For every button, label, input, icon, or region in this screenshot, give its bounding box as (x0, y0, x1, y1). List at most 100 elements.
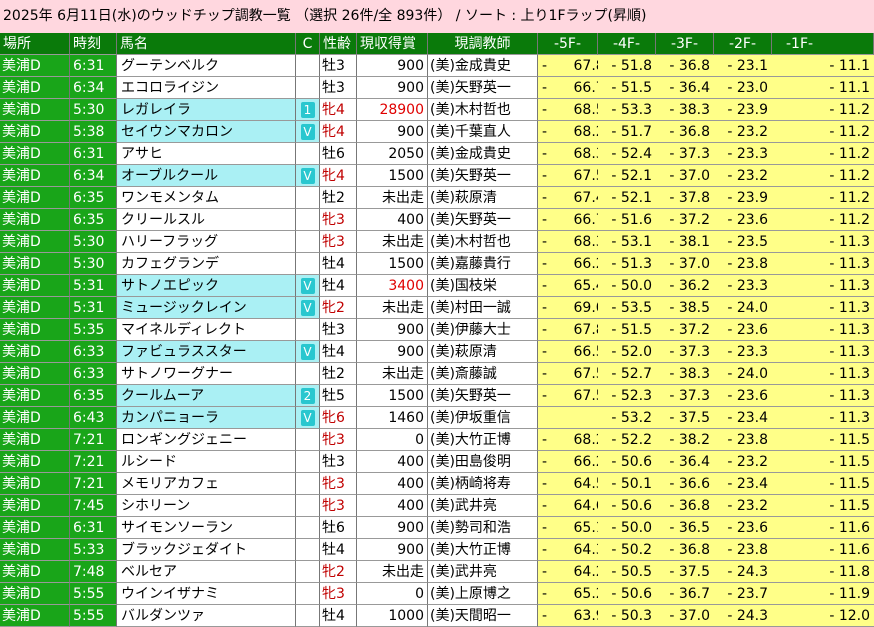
cell-place: 美浦D (0, 187, 70, 209)
cell-horse-name[interactable]: グーテンベルク (117, 55, 296, 77)
col-header-5f[interactable]: -5F- (538, 33, 598, 55)
cell-horse-name[interactable]: レガレイラ (117, 99, 296, 121)
lap-separator: - (829, 123, 839, 140)
col-header-trainer[interactable]: 現調教師 (428, 33, 538, 55)
lap-separator: - (727, 585, 737, 602)
cell-trainer[interactable]: (美)大竹正博 (428, 539, 538, 561)
cell-horse-name[interactable]: サトノワーグナー (117, 363, 296, 385)
table-row[interactable]: 美浦D6:31アサヒ牡62050(美)金成貴史- 68.3- 52.4- 37.… (0, 143, 874, 165)
cell-trainer[interactable]: (美)矢野英一 (428, 77, 538, 99)
lap-separator: - (829, 563, 839, 580)
cell-trainer[interactable]: (美)金成貴史 (428, 55, 538, 77)
lap-separator: - (669, 255, 679, 272)
cell-trainer[interactable]: (美)村田一誠 (428, 297, 538, 319)
table-row[interactable]: 美浦D6:31サイモンソーラン牡6900(美)勢司和浩- 65.1- 50.0-… (0, 517, 874, 539)
cell-horse-name[interactable]: セイウンマカロン (117, 121, 296, 143)
cell-trainer[interactable]: (美)勢司和浩 (428, 517, 538, 539)
cell-trainer[interactable]: (美)大竹正博 (428, 429, 538, 451)
col-header-prize[interactable]: 現収得賞 (357, 33, 428, 55)
table-row[interactable]: 美浦D7:48ベルセア牝2未出走(美)武井亮- 64.2- 50.5- 37.5… (0, 561, 874, 583)
cell-trainer[interactable]: (美)矢野英一 (428, 209, 538, 231)
cell-trainer[interactable]: (美)天間昭一 (428, 605, 538, 627)
table-row[interactable]: 美浦D6:33サトノワーグナー牡2未出走(美)斎藤誠- 67.5- 52.7- … (0, 363, 874, 385)
cell-trainer[interactable]: (美)金成貴史 (428, 143, 538, 165)
cell-horse-name[interactable]: シホリーン (117, 495, 296, 517)
cell-horse-name[interactable]: オーブルクール (117, 165, 296, 187)
cell-horse-name[interactable]: ミュージックレイン (117, 297, 296, 319)
cell-trainer[interactable]: (美)萩原清 (428, 341, 538, 363)
col-header-place[interactable]: 場所 (0, 33, 70, 55)
table-row[interactable]: 美浦D5:30カフェグランデ牡41500(美)嘉藤貴行- 66.2- 51.3-… (0, 253, 874, 275)
cell-horse-name[interactable]: サイモンソーラン (117, 517, 296, 539)
table-row[interactable]: 美浦D6:31グーテンベルク牡3900(美)金成貴史- 67.8- 51.8- … (0, 55, 874, 77)
col-header-mark[interactable]: C (296, 33, 320, 55)
table-row[interactable]: 美浦D6:34エコロライジン牡3900(美)矢野英一- 66.7- 51.5- … (0, 77, 874, 99)
cell-horse-name[interactable]: ウインイザナミ (117, 583, 296, 605)
col-header-3f[interactable]: -3F- (656, 33, 714, 55)
cell-horse-name[interactable]: サトノエピック (117, 275, 296, 297)
cell-trainer[interactable]: (美)伊坂重信 (428, 407, 538, 429)
cell-horse-name[interactable]: ファビュラススター (117, 341, 296, 363)
cell-trainer[interactable]: (美)木村哲也 (428, 231, 538, 253)
cell-horse-name[interactable]: ルシード (117, 451, 296, 473)
cell-trainer[interactable]: (美)斎藤誠 (428, 363, 538, 385)
cell-horse-name[interactable]: クリールスル (117, 209, 296, 231)
cell-trainer[interactable]: (美)武井亮 (428, 495, 538, 517)
cell-trainer[interactable]: (美)萩原清 (428, 187, 538, 209)
cell-horse-name[interactable]: カンパニョーラ (117, 407, 296, 429)
col-header-4f[interactable]: -4F- (598, 33, 656, 55)
cell-trainer[interactable]: (美)木村哲也 (428, 99, 538, 121)
cell-trainer[interactable]: (美)矢野英一 (428, 385, 538, 407)
table-row[interactable]: 美浦D 6:43 カンパニョーラ V 牝6 1460 (美)伊坂重信 - 53.2- 37.5… (0, 407, 874, 429)
cell-horse-name[interactable]: ハリーフラッグ (117, 231, 296, 253)
table-row[interactable]: 美浦D6:35クールムーア2牡51500(美)矢野英一- 67.5- 52.3-… (0, 385, 874, 407)
cell-trainer[interactable]: (美)武井亮 (428, 561, 538, 583)
cell-trainer[interactable]: (美)上原博之 (428, 583, 538, 605)
cell-trainer[interactable]: (美)矢野英一 (428, 165, 538, 187)
table-row[interactable]: 美浦D5:31ミュージックレインV牝2未出走(美)村田一誠- 69.0- 53.… (0, 297, 874, 319)
table-row[interactable]: 美浦D7:21ルシード牡3400(美)田島俊明- 66.2- 50.6- 36.… (0, 451, 874, 473)
table-row[interactable]: 美浦D6:33ファビュラススターV牡4900(美)萩原清- 66.5- 52.0… (0, 341, 874, 363)
cell-horse-name[interactable]: メモリアカフェ (117, 473, 296, 495)
table-row[interactable]: 美浦D6:35ワンモメンタム牡2未出走(美)萩原清- 67.4- 52.1- 3… (0, 187, 874, 209)
cell-trainer[interactable]: (美)伊藤大士 (428, 319, 538, 341)
table-row[interactable]: 美浦D5:35マイネルディレクト牡3900(美)伊藤大士- 67.8- 51.5… (0, 319, 874, 341)
col-header-horse[interactable]: 馬名 (117, 33, 296, 55)
cell-horse-name[interactable]: ロンギングジェニー (117, 429, 296, 451)
cell-trainer[interactable]: (美)田島俊明 (428, 451, 538, 473)
cell-horse-name[interactable]: マイネルディレクト (117, 319, 296, 341)
table-row[interactable]: 美浦D7:21メモリアカフェ牝3400(美)柄崎将寿- 64.5- 50.1- … (0, 473, 874, 495)
table-row[interactable]: 美浦D5:38セイウンマカロンV牝4900(美)千葉直人- 68.2- 51.7… (0, 121, 874, 143)
table-row[interactable]: 美浦D6:35クリールスル牝3400(美)矢野英一- 66.7- 51.6- 3… (0, 209, 874, 231)
lap-value: 11.6 (838, 519, 870, 536)
cell-trainer[interactable]: (美)嘉藤貴行 (428, 253, 538, 275)
table-row[interactable]: 美浦D7:45シホリーン牝3400(美)武井亮- 64.6- 50.6- 36.… (0, 495, 874, 517)
table-row[interactable]: 美浦D5:33ブラックジェダイト牡4900(美)大竹正博- 64.3- 50.2… (0, 539, 874, 561)
table-row[interactable]: 美浦D5:30ハリーフラッグ牝3未出走(美)木村哲也- 68.3- 53.1- … (0, 231, 874, 253)
table-row[interactable]: 美浦D5:31サトノエピックV牡43400(美)国枝栄- 65.4- 50.0-… (0, 275, 874, 297)
col-header-1f[interactable]: -1F- (772, 33, 874, 55)
cell-trainer[interactable]: (美)柄崎将寿 (428, 473, 538, 495)
cell-horse-name[interactable]: エコロライジン (117, 77, 296, 99)
cell-horse-name[interactable]: ブラックジェダイト (117, 539, 296, 561)
table-row[interactable]: 美浦D6:34オーブルクールV牝41500(美)矢野英一- 67.5- 52.1… (0, 165, 874, 187)
mark-badge: V (300, 167, 315, 184)
cell-time: 5:30 (70, 99, 117, 121)
col-header-sex-age[interactable]: 性齢 (320, 33, 357, 55)
cell-horse-name[interactable]: カフェグランデ (117, 253, 296, 275)
col-header-time[interactable]: 時刻 (70, 33, 117, 55)
cell-trainer[interactable]: (美)国枝栄 (428, 275, 538, 297)
cell-horse-name[interactable]: クールムーア (117, 385, 296, 407)
table-row[interactable]: 美浦D5:30レガレイラ1牝428900(美)木村哲也- 68.5- 53.3-… (0, 99, 874, 121)
cell-horse-name[interactable]: ベルセア (117, 561, 296, 583)
table-row[interactable]: 美浦D5:55バルダンツァ牡41000(美)天間昭一- 63.9- 50.3- … (0, 605, 874, 627)
lap-separator: - (542, 497, 552, 514)
col-header-2f[interactable]: -2F- (714, 33, 772, 55)
table-row[interactable]: 美浦D5:55ウインイザナミ牝30(美)上原博之- 65.2- 50.6- 36… (0, 583, 874, 605)
lap-value: 68.2 (573, 431, 598, 448)
cell-horse-name[interactable]: ワンモメンタム (117, 187, 296, 209)
cell-trainer[interactable]: (美)千葉直人 (428, 121, 538, 143)
cell-horse-name[interactable]: バルダンツァ (117, 605, 296, 627)
table-row[interactable]: 美浦D7:21ロンギングジェニー牝30(美)大竹正博- 68.2- 52.2- … (0, 429, 874, 451)
cell-horse-name[interactable]: アサヒ (117, 143, 296, 165)
